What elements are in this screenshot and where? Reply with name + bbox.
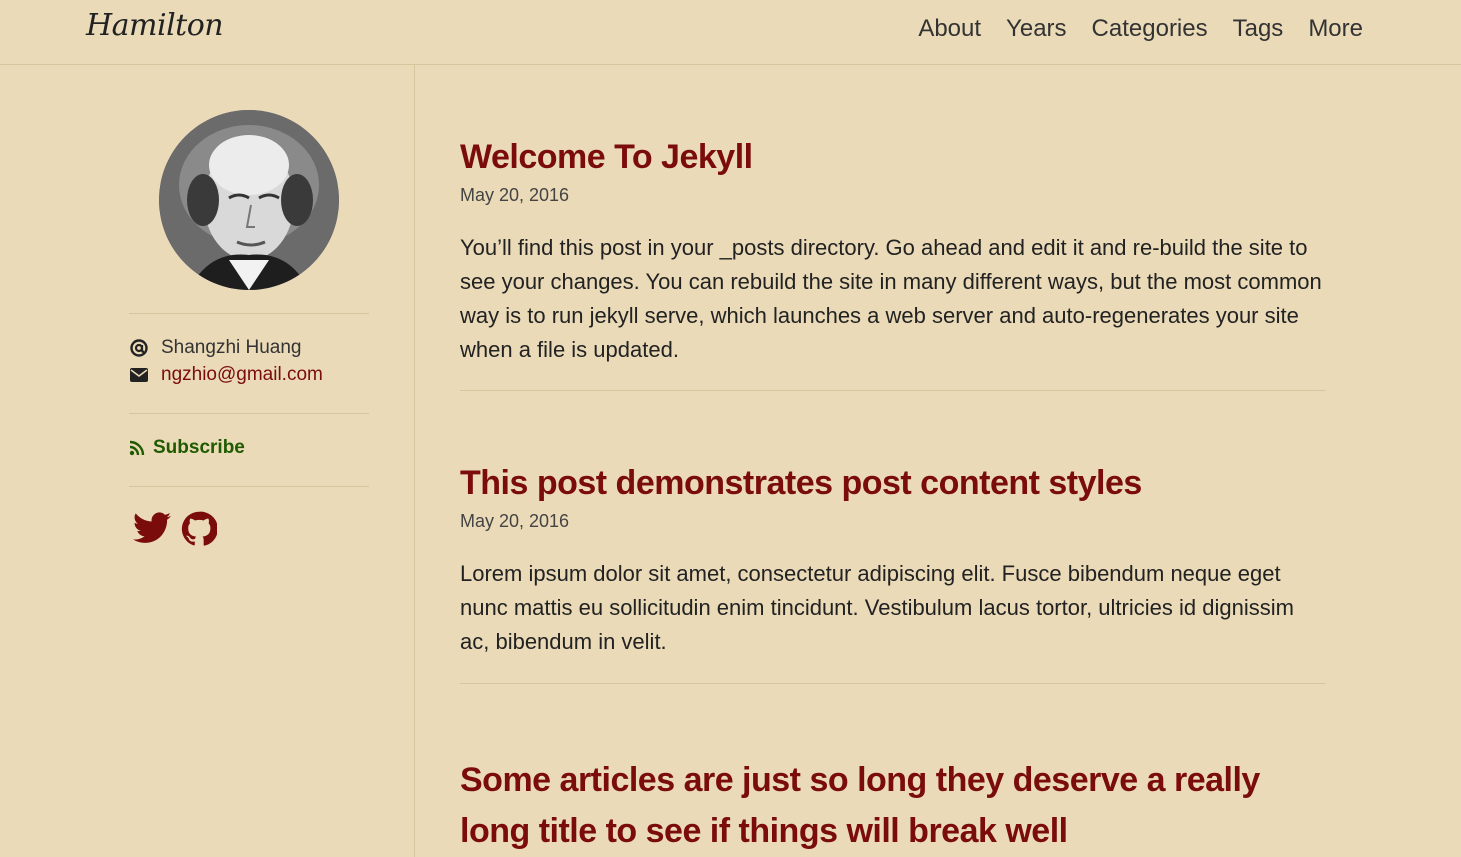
post-title[interactable]: This post demonstrates post content styl…	[460, 464, 1142, 503]
nav-more[interactable]: More	[1308, 15, 1363, 43]
post-title[interactable]: Some articles are just so long they dese…	[460, 755, 1326, 857]
nav-tags[interactable]: Tags	[1233, 15, 1284, 43]
email-link[interactable]: ngzhio@gmail.com	[161, 364, 323, 386]
nav-categories[interactable]: Categories	[1092, 15, 1208, 43]
author-name-row: Shangzhi Huang	[129, 337, 302, 359]
twitter-icon[interactable]	[133, 511, 171, 547]
sidebar: Shangzhi Huang ngzhio@gmail.com Subscrib…	[0, 65, 415, 857]
subscribe-link[interactable]: Subscribe	[129, 437, 245, 459]
avatar	[159, 110, 339, 290]
post-item: Some articles are just so long they dese…	[460, 755, 1326, 857]
subscribe-label: Subscribe	[153, 437, 245, 458]
nav-about[interactable]: About	[918, 15, 981, 43]
email-row: ngzhio@gmail.com	[129, 364, 323, 386]
at-icon	[129, 339, 149, 357]
post-item: Welcome To Jekyll	[460, 138, 753, 177]
top-navigation-bar: Hamilton About Years Categories Tags Mor…	[0, 0, 1461, 65]
social-links	[133, 511, 217, 547]
nav-years[interactable]: Years	[1006, 15, 1067, 43]
post-excerpt: You’ll find this post in your _posts dir…	[460, 235, 1322, 362]
post-title[interactable]: Welcome To Jekyll	[460, 138, 753, 177]
envelope-icon	[129, 368, 149, 382]
github-icon[interactable]	[181, 511, 217, 547]
post-item: This post demonstrates post content styl…	[460, 464, 1142, 503]
sidebar-divider	[129, 486, 369, 487]
main-nav: About Years Categories Tags More	[893, 15, 1363, 43]
sidebar-divider	[129, 413, 369, 414]
post-divider	[460, 683, 1326, 684]
post-date: May 20, 2016	[460, 185, 570, 205]
author-name: Shangzhi Huang	[161, 337, 302, 358]
post-date: May 20, 2016	[460, 511, 570, 531]
post-divider	[460, 390, 1326, 391]
site-brand[interactable]: Hamilton	[86, 8, 224, 43]
post-excerpt: Lorem ipsum dolor sit amet, consectetur …	[460, 561, 1294, 654]
rss-icon	[129, 440, 145, 456]
sidebar-divider	[129, 313, 369, 314]
